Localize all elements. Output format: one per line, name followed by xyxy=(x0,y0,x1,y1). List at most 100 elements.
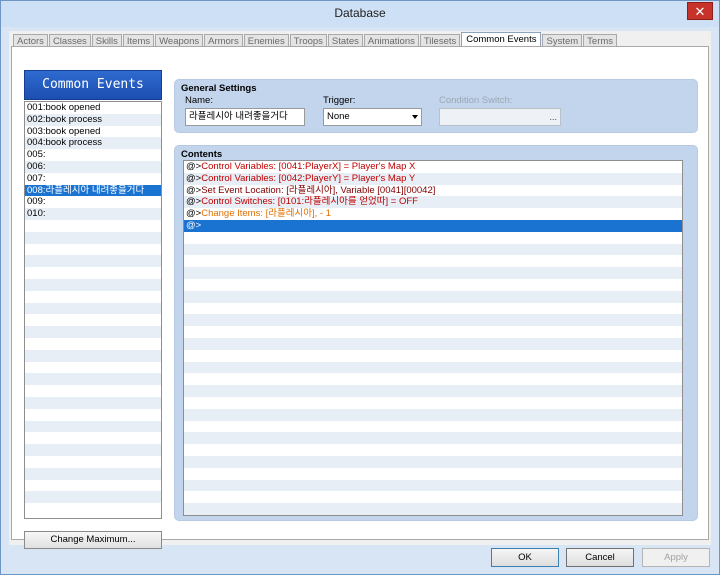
name-label: Name: xyxy=(185,95,213,106)
list-item[interactable] xyxy=(25,278,161,291)
list-item[interactable] xyxy=(25,302,161,315)
command-row[interactable] xyxy=(184,491,682,503)
list-item[interactable] xyxy=(25,255,161,268)
command-row[interactable] xyxy=(184,503,682,515)
command-row[interactable] xyxy=(184,408,682,421)
general-settings-group: General Settings Name: 라플레시아 내려좋을거다 Trig… xyxy=(174,79,698,133)
list-item[interactable] xyxy=(25,267,161,279)
list-item[interactable] xyxy=(25,291,161,303)
list-item[interactable] xyxy=(25,220,161,232)
cancel-button[interactable]: Cancel xyxy=(566,548,634,567)
command-row[interactable]: @>Change Items: [라플레시아], - 1 xyxy=(184,208,682,220)
command-prefix: @> xyxy=(186,219,202,231)
list-item[interactable] xyxy=(25,491,161,504)
list-item[interactable] xyxy=(25,338,161,350)
command-text: Control Switches: [0101:라플레시아를 얻었따] = OF… xyxy=(201,196,418,208)
condition-switch-label: Condition Switch: xyxy=(439,95,513,106)
list-item[interactable] xyxy=(25,396,161,409)
list-item[interactable] xyxy=(25,349,161,362)
command-row[interactable] xyxy=(184,432,682,445)
apply-button: Apply xyxy=(642,548,710,567)
command-text: Control Variables: [0041:PlayerX] = Play… xyxy=(201,161,416,172)
command-prefix: @> xyxy=(186,172,202,184)
title-bar[interactable]: Database ✕ xyxy=(1,1,719,27)
tab-strip: Actors Classes Skills Items Weapons Armors Ene… xyxy=(13,32,618,49)
list-item[interactable] xyxy=(25,456,161,468)
change-maximum-button[interactable]: Change Maximum... xyxy=(24,531,162,549)
command-row[interactable] xyxy=(184,455,682,468)
command-row[interactable] xyxy=(184,267,682,279)
list-item[interactable] xyxy=(25,314,161,326)
command-row[interactable] xyxy=(184,373,682,385)
list-item[interactable]: 002:book process xyxy=(25,113,161,126)
list-item[interactable] xyxy=(25,409,161,421)
command-prefix: @> xyxy=(186,208,202,220)
command-row[interactable] xyxy=(184,279,682,291)
list-item[interactable]: 004:book process xyxy=(25,137,161,150)
list-item[interactable] xyxy=(25,326,161,338)
list-item[interactable]: 005: xyxy=(25,149,161,161)
list-item[interactable] xyxy=(25,467,161,480)
command-row[interactable] xyxy=(184,290,682,303)
command-row[interactable] xyxy=(184,326,682,338)
command-row[interactable] xyxy=(184,303,682,315)
command-row[interactable] xyxy=(184,243,682,256)
command-row[interactable] xyxy=(184,444,682,456)
list-item[interactable] xyxy=(25,362,161,374)
general-settings-title: General Settings xyxy=(181,83,257,94)
list-item[interactable]: 010: xyxy=(25,208,161,220)
event-command-list[interactable]: @>Control Variables: [0041:PlayerX] = Pl… xyxy=(183,160,683,516)
list-item[interactable] xyxy=(25,420,161,433)
list-item[interactable]: 009: xyxy=(25,196,161,208)
trigger-select[interactable]: None xyxy=(323,108,422,126)
trigger-label: Trigger: xyxy=(323,95,356,106)
command-row[interactable] xyxy=(184,314,682,327)
command-row[interactable] xyxy=(184,397,682,409)
command-row[interactable]: @>Control Variables: [0041:PlayerX] = Pl… xyxy=(184,161,682,173)
command-row[interactable] xyxy=(184,361,682,374)
condition-switch-browse-button: ... xyxy=(549,112,557,122)
common-events-panel: Common Events 001:book opened 002:book pr… xyxy=(11,46,709,549)
window-title: Database xyxy=(334,6,386,20)
database-window: Database ✕ Actors Classes Skills Items Weapo… xyxy=(0,0,720,575)
command-row[interactable] xyxy=(184,421,682,433)
command-row[interactable]: @>Control Switches: [0101:라플레시아를 얻었따] = … xyxy=(184,196,682,209)
common-events-list[interactable]: 001:book opened 002:book process 003:book … xyxy=(24,101,162,519)
command-row[interactable] xyxy=(184,479,682,492)
list-item[interactable]: 003:book opened xyxy=(25,126,161,138)
command-prefix: @> xyxy=(186,196,202,208)
command-text: Control Variables: [0042:PlayerY] = Play… xyxy=(201,172,416,184)
command-text: Change Items: [라플레시아], - 1 xyxy=(201,208,331,220)
list-item[interactable] xyxy=(25,244,161,256)
command-row[interactable] xyxy=(184,255,682,267)
chevron-down-icon xyxy=(412,115,418,119)
command-row[interactable] xyxy=(184,337,682,350)
command-row[interactable]: @>Set Event Location: [라플레시아], Variable … xyxy=(184,185,682,197)
list-item[interactable] xyxy=(25,385,161,397)
contents-group: Contents @>Control Variables: [0041:Play… xyxy=(174,145,698,521)
command-row[interactable]: @>Control Variables: [0042:PlayerY] = Pl… xyxy=(184,172,682,185)
command-row[interactable] xyxy=(184,232,682,244)
list-item[interactable]: 006: xyxy=(25,160,161,173)
list-item[interactable] xyxy=(25,373,161,386)
list-item[interactable] xyxy=(25,480,161,492)
command-text: Set Event Location: [라플레시아], Variable [0… xyxy=(201,184,436,196)
condition-switch-field: ... xyxy=(439,108,561,126)
command-row[interactable] xyxy=(184,350,682,362)
close-icon[interactable]: ✕ xyxy=(687,2,713,20)
ok-button[interactable]: OK xyxy=(491,548,559,567)
command-row[interactable] xyxy=(184,385,682,397)
command-row[interactable] xyxy=(184,468,682,480)
list-item[interactable] xyxy=(25,231,161,244)
list-header: Common Events xyxy=(24,70,162,100)
name-field[interactable]: 라플레시아 내려좋을거다 xyxy=(185,108,305,126)
command-row[interactable]: @> xyxy=(184,219,682,232)
list-item[interactable] xyxy=(25,503,161,515)
list-item[interactable]: 001:book opened xyxy=(25,102,161,114)
list-item[interactable] xyxy=(25,444,161,456)
list-item[interactable]: 008:라플레시아 내려좋을거다 xyxy=(25,184,161,197)
list-item[interactable]: 007: xyxy=(25,173,161,185)
list-item[interactable] xyxy=(25,432,161,444)
command-prefix: @> xyxy=(186,184,202,196)
trigger-value: None xyxy=(327,111,350,122)
